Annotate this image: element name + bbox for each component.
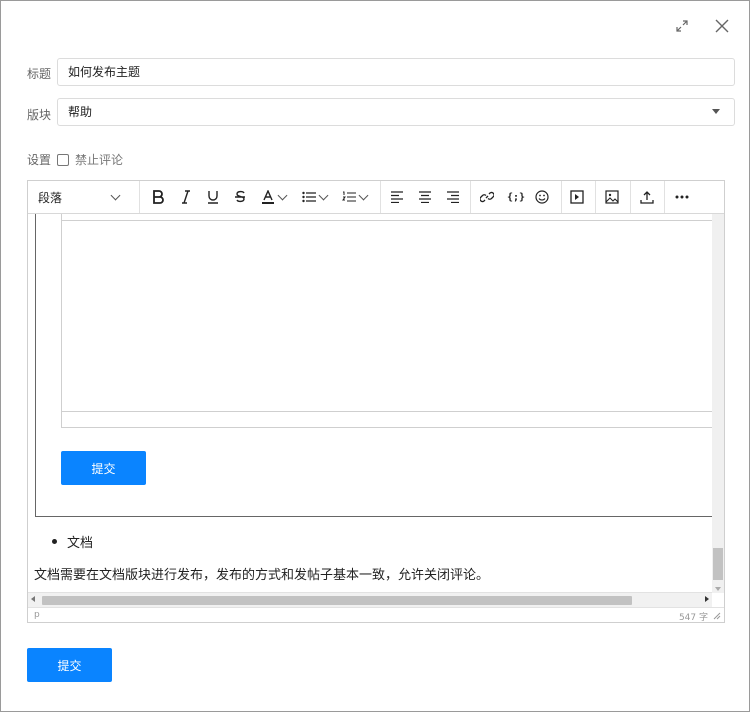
toolbar-divider xyxy=(380,181,381,213)
scroll-right-icon[interactable] xyxy=(705,596,709,602)
section-selected-value: 帮助 xyxy=(68,105,93,119)
close-icon[interactable] xyxy=(713,17,731,35)
underline-icon[interactable] xyxy=(207,189,219,205)
element-path: p xyxy=(34,610,40,620)
disable-comments-label: 禁止评论 xyxy=(75,153,124,167)
toolbar-divider xyxy=(595,181,596,213)
bold-icon[interactable] xyxy=(152,189,164,205)
publish-dialog: 标题 如何发布主题 版块 帮助 设置 禁止评论 段落 {;} 提交 文档 文档需… xyxy=(0,0,750,712)
editor-statusbar: p 547 字 xyxy=(28,607,724,623)
embedded-screenshot: 提交 xyxy=(35,214,712,517)
more-icon[interactable] xyxy=(675,189,689,205)
toolbar-divider xyxy=(561,181,562,213)
chevron-down-icon xyxy=(277,190,288,201)
resize-handle-icon[interactable] xyxy=(713,612,721,623)
toolbar-divider xyxy=(630,181,631,213)
title-input[interactable]: 如何发布主题 xyxy=(57,58,735,86)
chevron-down-icon xyxy=(712,109,720,114)
dialog-controls xyxy=(673,17,731,35)
embedded-editor-footer xyxy=(61,411,712,428)
link-icon[interactable] xyxy=(480,189,494,205)
section-select[interactable]: 帮助 xyxy=(57,98,735,126)
italic-icon[interactable] xyxy=(181,189,191,205)
vertical-scrollbar[interactable] xyxy=(712,214,724,593)
editor-toolbar: 段落 {;} xyxy=(28,181,724,214)
emoji-icon[interactable] xyxy=(535,189,549,205)
section-label: 版块 xyxy=(27,108,52,122)
toolbar-divider xyxy=(139,181,140,213)
chevron-down-icon xyxy=(318,190,329,201)
chevron-down-icon xyxy=(110,190,121,201)
scrollbar-thumb[interactable] xyxy=(713,548,723,580)
bullet-list-icon[interactable] xyxy=(302,189,329,205)
scroll-down-icon[interactable] xyxy=(715,587,721,591)
bullet-icon xyxy=(52,539,57,544)
numbered-list-icon[interactable] xyxy=(342,189,369,205)
chevron-down-icon xyxy=(358,190,369,201)
list-item-text: 文档 xyxy=(67,536,94,551)
embedded-submit-button: 提交 xyxy=(61,451,146,485)
expand-icon[interactable] xyxy=(673,17,691,35)
title-label: 标题 xyxy=(27,67,52,81)
align-left-icon[interactable] xyxy=(390,189,404,205)
scrollbar-thumb[interactable] xyxy=(42,596,632,605)
align-right-icon[interactable] xyxy=(446,189,460,205)
title-row: 标题 xyxy=(27,65,57,82)
strikethrough-icon[interactable] xyxy=(234,189,246,205)
video-icon[interactable] xyxy=(570,189,584,205)
section-row: 版块 xyxy=(27,106,57,123)
horizontal-scrollbar[interactable] xyxy=(28,592,712,607)
image-icon[interactable] xyxy=(605,189,619,205)
align-center-icon[interactable] xyxy=(418,189,432,205)
code-icon[interactable]: {;} xyxy=(507,189,525,205)
upload-icon[interactable] xyxy=(640,189,654,205)
settings-label: 设置 xyxy=(27,153,52,167)
word-count: 547 字 xyxy=(678,613,708,623)
content-paragraph: 文档需要在文档版块进行发布，发布的方式和发帖子基本一致，允许关闭评论。 xyxy=(34,568,490,583)
disable-comments-checkbox[interactable] xyxy=(57,153,69,166)
paragraph-format-label: 段落 xyxy=(38,190,63,205)
scroll-left-icon[interactable] xyxy=(31,596,35,602)
embedded-editor-area xyxy=(61,220,712,412)
toolbar-divider xyxy=(470,181,471,213)
toolbar-divider xyxy=(664,181,665,213)
rich-text-editor: 段落 {;} 提交 文档 文档需要在文档版块进行发布，发布的方式和发帖子基本一致… xyxy=(27,180,725,623)
paragraph-format-dropdown[interactable]: 段落 xyxy=(38,189,121,205)
settings-row: 设置 禁止评论 xyxy=(27,151,123,168)
text-color-icon[interactable] xyxy=(261,189,288,205)
list-item: 文档 xyxy=(52,532,93,551)
editor-content[interactable]: 提交 文档 文档需要在文档版块进行发布，发布的方式和发帖子基本一致，允许关闭评论… xyxy=(28,214,712,592)
submit-button[interactable]: 提交 xyxy=(27,648,112,682)
